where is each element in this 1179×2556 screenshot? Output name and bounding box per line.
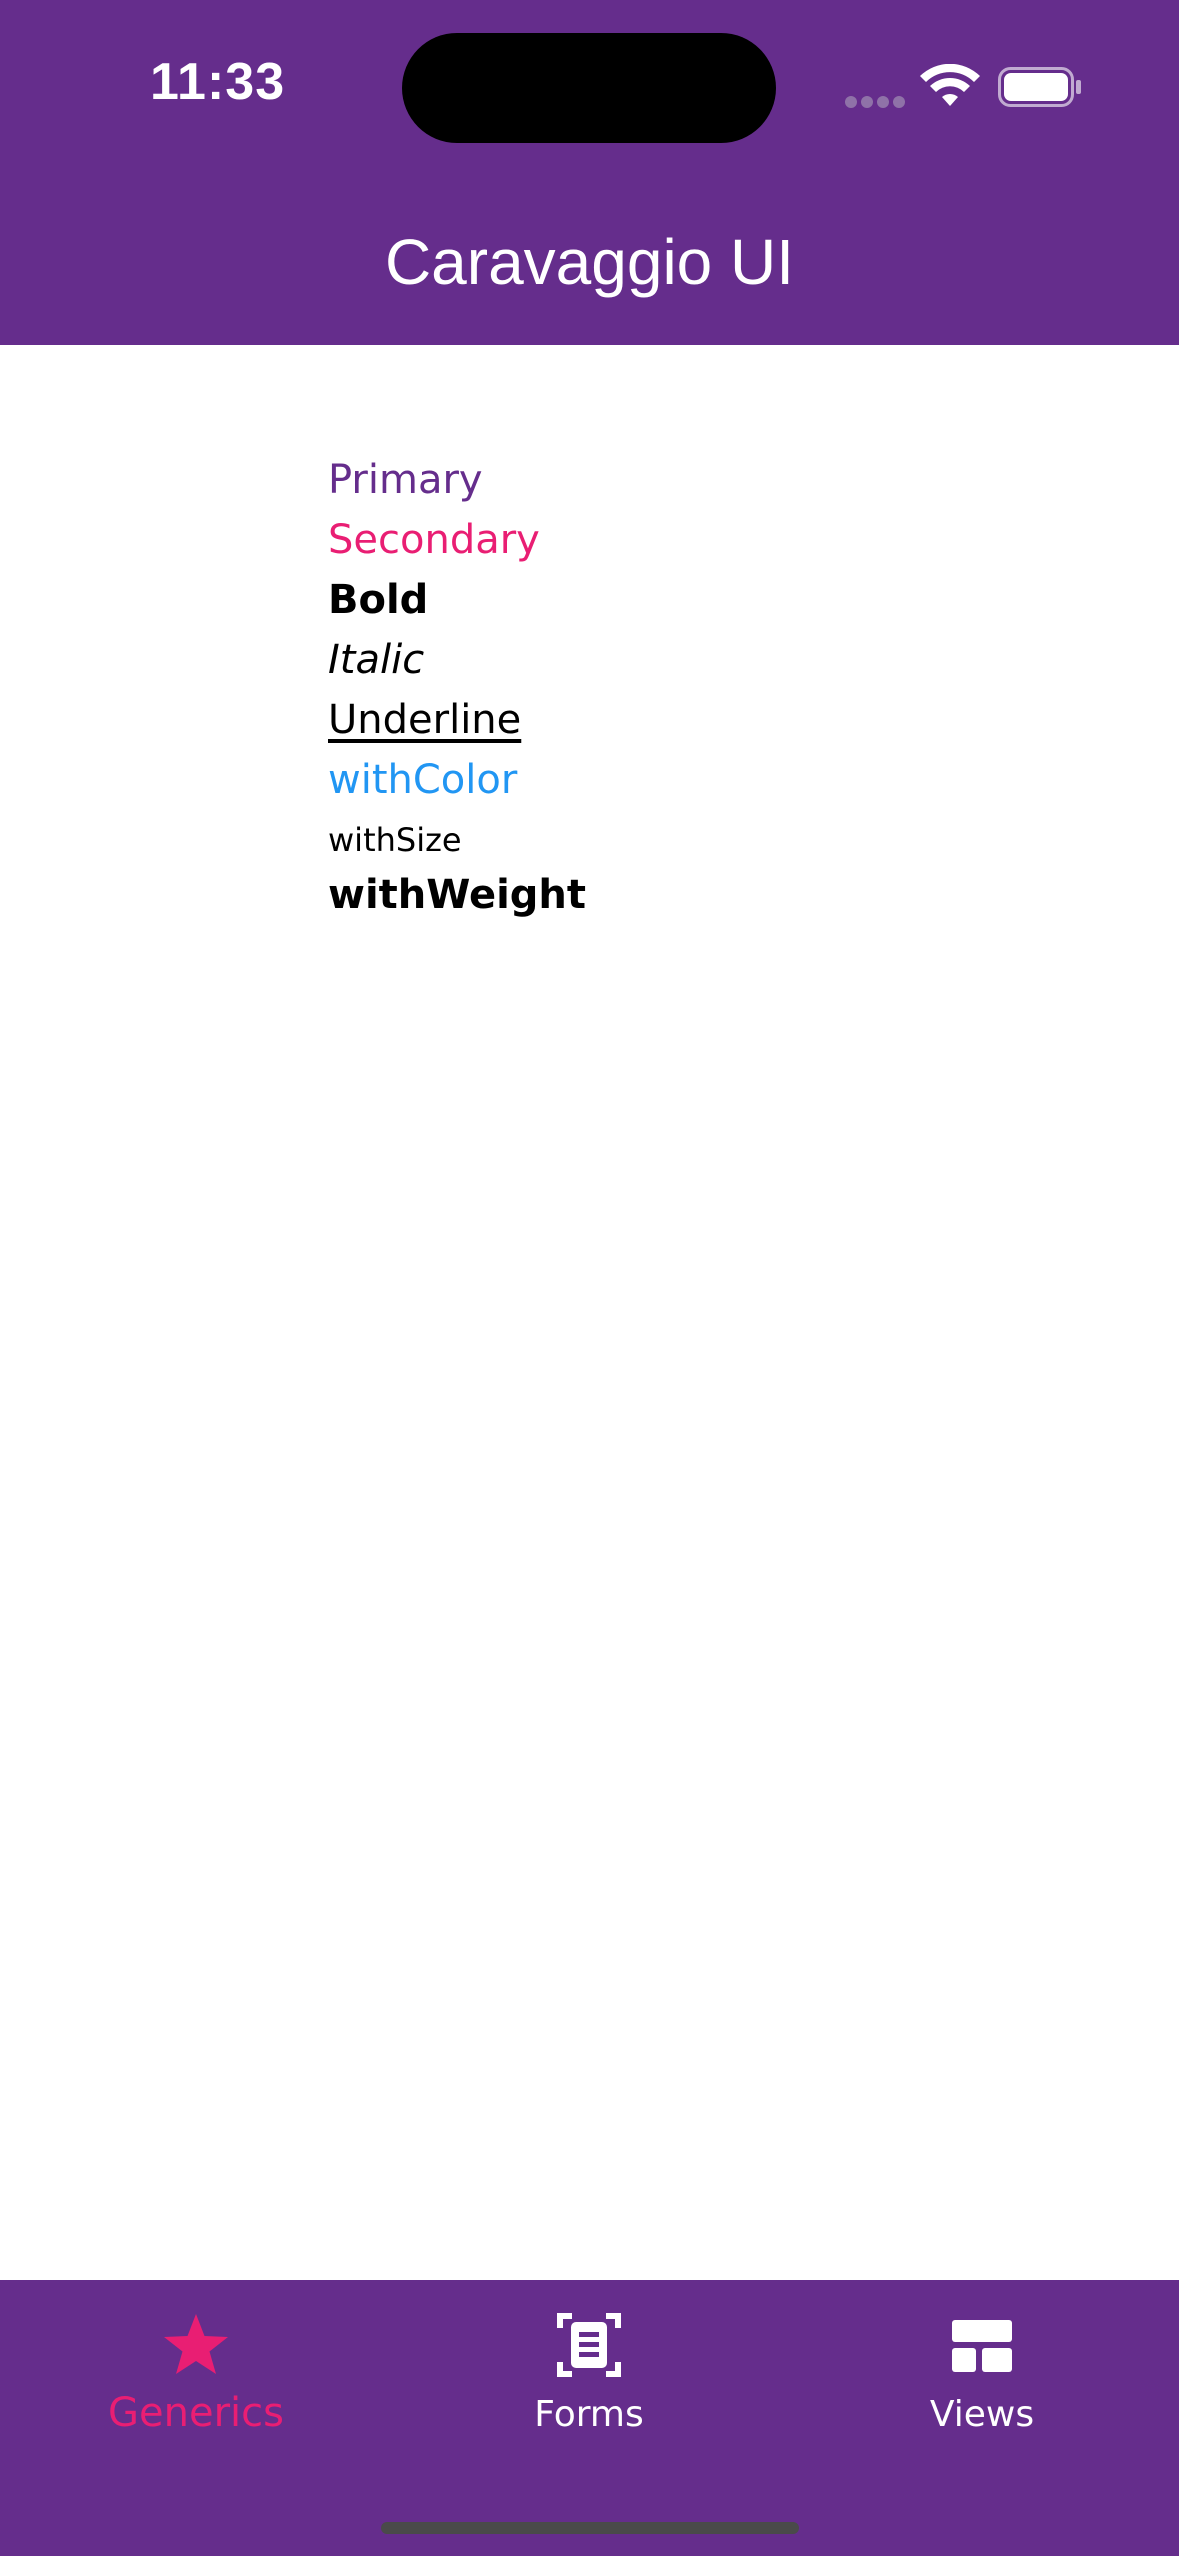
tab-forms-label: Forms (534, 2394, 644, 2435)
star-icon (164, 2314, 228, 2374)
text-with-size: withSize (328, 821, 462, 859)
tab-views-label: Views (929, 2394, 1035, 2435)
bottom-navigation: Generics Forms Views (0, 2280, 1179, 2556)
wifi-icon (920, 64, 980, 106)
tab-forms[interactable]: Forms (393, 2310, 785, 2470)
tab-views[interactable]: Views (786, 2310, 1178, 2470)
tab-generics[interactable]: Generics (0, 2310, 392, 2470)
form-icon (557, 2313, 621, 2377)
dynamic-island (402, 33, 776, 143)
home-indicator[interactable] (381, 2522, 799, 2534)
status-time: 11:33 (150, 53, 286, 111)
battery-icon (998, 67, 1081, 107)
tab-generics-label: Generics (108, 2390, 284, 2436)
text-underline: Underline (328, 697, 522, 743)
text-with-weight: withWeight (328, 872, 587, 918)
text-with-color: withColor (328, 757, 518, 803)
cellular-signal-icon (845, 96, 905, 108)
views-icon (952, 2320, 1012, 2372)
text-primary: Primary (328, 457, 483, 503)
text-secondary: Secondary (328, 517, 540, 563)
text-italic: Italic (328, 637, 425, 683)
app-header: 11:33 Caravaggio UI (0, 0, 1179, 345)
page-title: Caravaggio UI (384, 226, 795, 298)
text-bold: Bold (328, 577, 429, 623)
